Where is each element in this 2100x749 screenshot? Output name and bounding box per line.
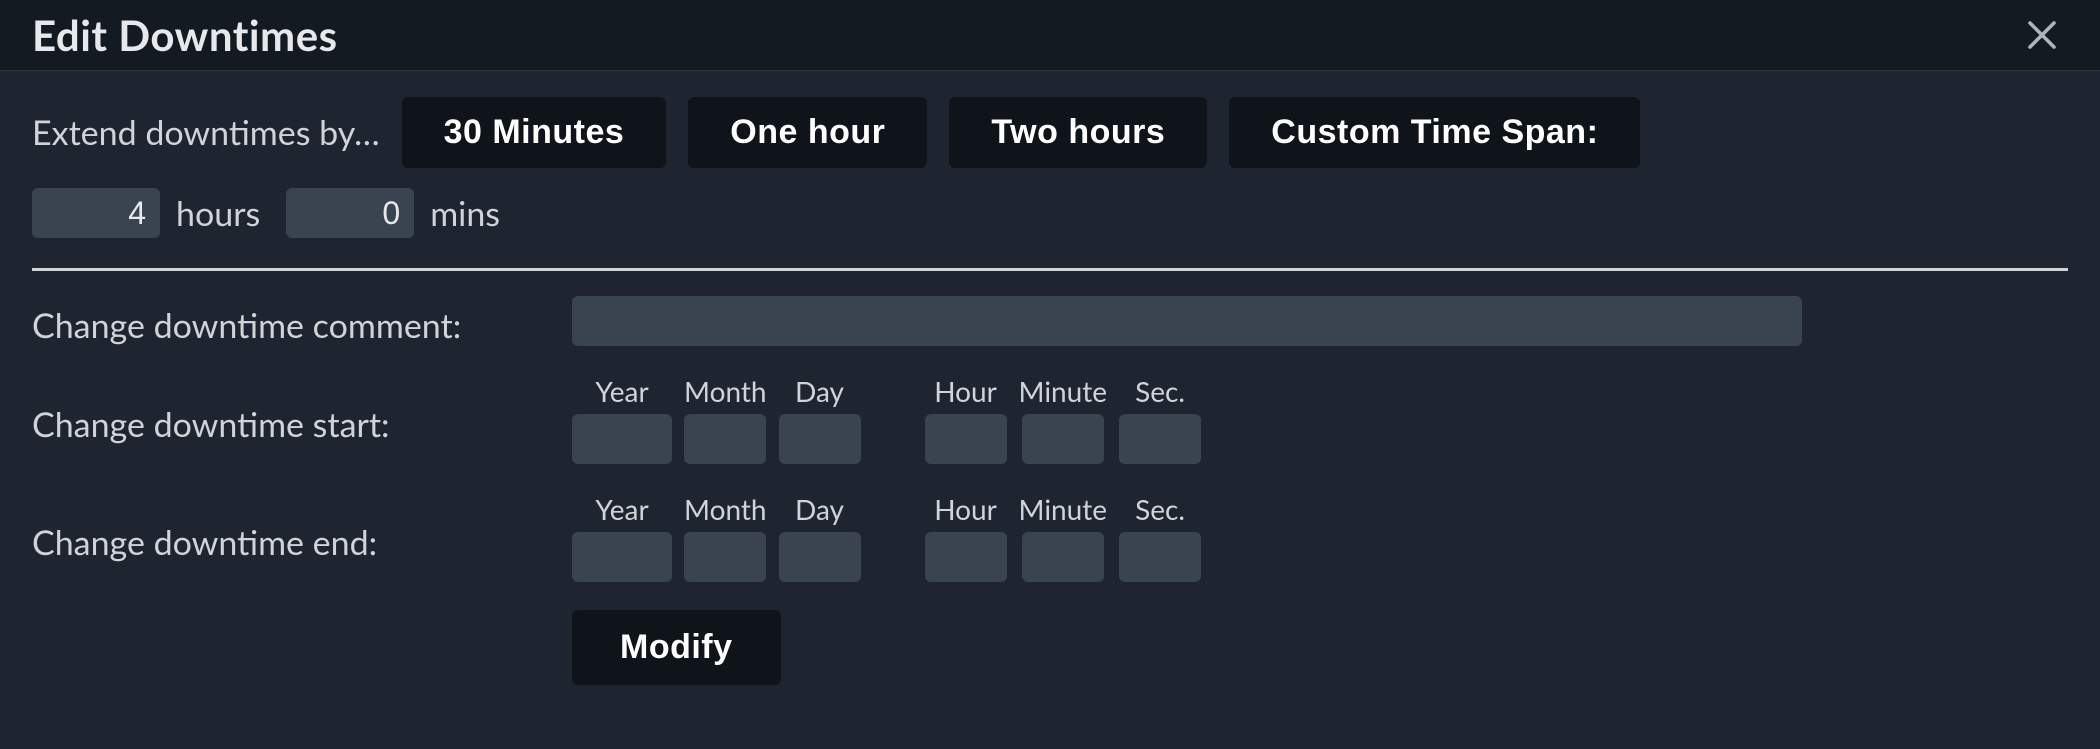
month-header: Month: [684, 374, 767, 408]
start-row: Change downtime start: Year Month Day Ho…: [32, 374, 2068, 464]
modify-button[interactable]: Modify: [572, 610, 781, 685]
start-sec-input[interactable]: [1119, 414, 1201, 464]
end-row: Change downtime end: Year Month Day Hour: [32, 492, 2068, 582]
custom-timespan-row: hours mins: [32, 188, 2068, 238]
close-icon[interactable]: [2016, 17, 2068, 53]
comment-input[interactable]: [572, 296, 1802, 346]
end-datetime-group: Year Month Day Hour Minute: [572, 492, 1201, 582]
end-label: Change downtime end:: [32, 512, 572, 563]
extend-30min-button[interactable]: 30 Minutes: [402, 97, 667, 168]
minute-header-2: Minute: [1019, 492, 1108, 526]
extend-label: Extend downtimes by…: [32, 112, 380, 153]
start-hour-input[interactable]: [925, 414, 1007, 464]
end-sec-input[interactable]: [1119, 532, 1201, 582]
end-hour-input[interactable]: [925, 532, 1007, 582]
extend-onehour-button[interactable]: One hour: [688, 97, 927, 168]
edit-downtimes-dialog: Edit Downtimes Extend downtimes by… 30 M…: [0, 0, 2100, 715]
start-datetime-group: Year Month Day Hour Minute: [572, 374, 1201, 464]
end-day-col: Day: [779, 492, 861, 582]
hour-header-2: Hour: [934, 492, 997, 526]
start-hour-col: Hour: [925, 374, 1007, 464]
end-year-input[interactable]: [572, 532, 672, 582]
start-year-input[interactable]: [572, 414, 672, 464]
extend-row: Extend downtimes by… 30 Minutes One hour…: [32, 97, 2068, 168]
end-month-input[interactable]: [684, 532, 766, 582]
year-header-2: Year: [595, 492, 648, 526]
end-hour-col: Hour: [925, 492, 1007, 582]
start-label: Change downtime start:: [32, 394, 572, 445]
extend-twohours-button[interactable]: Two hours: [949, 97, 1207, 168]
end-sec-col: Sec.: [1119, 492, 1201, 582]
comment-row: Change downtime comment:: [32, 295, 2068, 346]
custom-hours-input[interactable]: [32, 188, 160, 238]
start-gap: [873, 374, 913, 464]
year-header: Year: [595, 374, 648, 408]
end-year-col: Year: [572, 492, 672, 582]
section-divider: [32, 268, 2068, 271]
day-header-2: Day: [795, 492, 844, 526]
sec-header: Sec.: [1135, 374, 1185, 408]
dialog-body: Extend downtimes by… 30 Minutes One hour…: [0, 71, 2100, 715]
minute-header: Minute: [1019, 374, 1108, 408]
start-month-input[interactable]: [684, 414, 766, 464]
end-minute-col: Minute: [1019, 492, 1108, 582]
sec-header-2: Sec.: [1135, 492, 1185, 526]
start-minute-input[interactable]: [1022, 414, 1104, 464]
extend-custom-button[interactable]: Custom Time Span:: [1229, 97, 1640, 168]
start-sec-col: Sec.: [1119, 374, 1201, 464]
start-year-col: Year: [572, 374, 672, 464]
day-header: Day: [795, 374, 844, 408]
end-month-col: Month: [684, 492, 767, 582]
comment-label: Change downtime comment:: [32, 295, 572, 346]
custom-mins-unit: mins: [430, 193, 500, 234]
dialog-title: Edit Downtimes: [32, 10, 338, 60]
start-day-input[interactable]: [779, 414, 861, 464]
start-minute-col: Minute: [1019, 374, 1108, 464]
hour-header: Hour: [934, 374, 997, 408]
start-month-col: Month: [684, 374, 767, 464]
custom-hours-unit: hours: [176, 193, 260, 234]
submit-row: Modify: [32, 610, 2068, 685]
end-gap: [873, 492, 913, 582]
dialog-titlebar: Edit Downtimes: [0, 0, 2100, 71]
end-day-input[interactable]: [779, 532, 861, 582]
start-day-col: Day: [779, 374, 861, 464]
end-minute-input[interactable]: [1022, 532, 1104, 582]
custom-mins-input[interactable]: [286, 188, 414, 238]
month-header-2: Month: [684, 492, 767, 526]
